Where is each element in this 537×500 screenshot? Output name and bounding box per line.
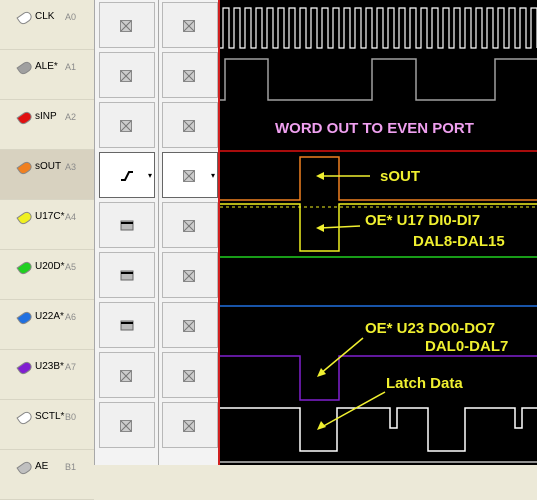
- channel-id: A4: [65, 212, 77, 222]
- channel-id: A0: [65, 12, 77, 22]
- arrow-oe17: [319, 225, 361, 229]
- pin-icon: [16, 209, 34, 227]
- signal-row-3[interactable]: sOUT A3: [0, 150, 94, 200]
- col1-trigger-0[interactable]: [99, 2, 155, 48]
- latch-annotation: Latch Data: [386, 375, 463, 392]
- pin-icon: [16, 159, 34, 177]
- dont-care-icon: [183, 419, 195, 432]
- signal-name: U22A*: [35, 311, 64, 322]
- sout-annotation: sOUT: [380, 168, 420, 185]
- signal-row-0[interactable]: CLK A0: [0, 0, 94, 50]
- signal-row-4[interactable]: U17C* A4: [0, 200, 94, 250]
- pin-icon: [16, 309, 34, 327]
- signal-name: ALE*: [35, 61, 58, 72]
- channel-id: A6: [65, 312, 77, 322]
- signal-row-6[interactable]: U22A* A6: [0, 300, 94, 350]
- dont-care-icon: [120, 69, 132, 82]
- dont-care-icon: [183, 319, 195, 332]
- clk-trace: [220, 7, 537, 49]
- dropdown-arrow-icon[interactable]: ▾: [211, 171, 215, 180]
- waveform-canvas: WORD OUT TO EVEN PORT sOUT OE* U17 DI0-D…: [220, 7, 537, 463]
- channel-id: A3: [65, 162, 77, 172]
- channel-id: A5: [65, 262, 77, 272]
- dont-care-icon: [120, 419, 132, 432]
- signal-name: CLK: [35, 11, 55, 22]
- dont-care-icon: [183, 69, 195, 82]
- oe17-line2: DAL8-DAL15: [413, 233, 505, 250]
- dont-care-icon: [183, 369, 195, 382]
- title-annotation: WORD OUT TO EVEN PORT: [275, 120, 474, 137]
- dont-care-icon: [120, 369, 132, 382]
- channel-id: A1: [65, 62, 77, 72]
- low-level-icon: [120, 319, 134, 331]
- col1-trigger-7[interactable]: [99, 352, 155, 398]
- col1-trigger-1[interactable]: [99, 52, 155, 98]
- dont-care-icon: [120, 19, 132, 32]
- pin-icon: [16, 259, 34, 277]
- low-level-icon: [120, 269, 134, 281]
- dropdown-arrow-icon[interactable]: ▾: [148, 171, 152, 180]
- signal-name: sOUT: [35, 161, 62, 172]
- col2-trigger-8[interactable]: [162, 402, 218, 448]
- pin-icon: [16, 9, 34, 27]
- col2-trigger-1[interactable]: [162, 52, 218, 98]
- signal-row-8[interactable]: SCTL* B0: [0, 400, 94, 450]
- oe23-line1: OE* U23 DO0-DO7: [365, 320, 495, 337]
- pin-icon: [16, 459, 34, 477]
- pin-icon: [16, 109, 34, 127]
- ale-trace: [220, 58, 537, 101]
- signal-row-7[interactable]: U23B* A7: [0, 350, 94, 400]
- col1-trigger-6[interactable]: [99, 302, 155, 348]
- col2-trigger-5[interactable]: [162, 252, 218, 298]
- col1-trigger-3[interactable]: ▾: [99, 152, 155, 198]
- arrow-latch: [319, 391, 386, 429]
- trigger-column-1: ▾: [94, 0, 159, 465]
- signal-row-9[interactable]: AE B1: [0, 450, 94, 500]
- channel-id: A7: [65, 362, 77, 372]
- sout-trace: [220, 156, 537, 201]
- signal-name: U17C*: [35, 211, 65, 222]
- signal-name: U20D*: [35, 261, 65, 272]
- dont-care-icon: [183, 169, 195, 182]
- signal-row-1[interactable]: ALE* A1: [0, 50, 94, 100]
- u23b-trace: [220, 355, 537, 401]
- sctl-trace: [220, 407, 537, 452]
- dont-care-icon: [183, 19, 195, 32]
- signal-name: AE: [35, 461, 49, 472]
- channel-id: B1: [65, 462, 77, 472]
- oe17-line1: OE* U17 DI0-DI7: [365, 212, 480, 229]
- col2-trigger-2[interactable]: [162, 102, 218, 148]
- col2-trigger-0[interactable]: [162, 2, 218, 48]
- dont-care-icon: [183, 119, 195, 132]
- low-level-icon: [120, 219, 134, 231]
- pin-icon: [16, 409, 34, 427]
- col1-trigger-8[interactable]: [99, 402, 155, 448]
- col1-trigger-5[interactable]: [99, 252, 155, 298]
- signal-name: SCTL*: [35, 411, 65, 422]
- signal-name: U23B*: [35, 361, 64, 372]
- channel-id: A2: [65, 112, 77, 122]
- signal-names-panel: CLK A0 ALE* A1 sINP A2 sOUT A3 U17C* A4 U20D* A5 U22…: [0, 0, 94, 500]
- col2-trigger-3[interactable]: ▾: [162, 152, 218, 198]
- channel-id: B0: [65, 412, 77, 422]
- col2-trigger-6[interactable]: [162, 302, 218, 348]
- rising-edge-icon: [120, 169, 133, 181]
- col2-trigger-4[interactable]: [162, 202, 218, 248]
- dont-care-icon: [183, 269, 195, 282]
- signal-name: sINP: [35, 111, 57, 122]
- col2-trigger-7[interactable]: [162, 352, 218, 398]
- col1-trigger-4[interactable]: [99, 202, 155, 248]
- pin-icon: [16, 59, 34, 77]
- oe23-line2: DAL0-DAL7: [425, 338, 508, 355]
- signal-row-2[interactable]: sINP A2: [0, 100, 94, 150]
- pin-icon: [16, 359, 34, 377]
- trigger-column-2: ▾: [158, 0, 221, 465]
- dont-care-icon: [183, 219, 195, 232]
- dont-care-icon: [120, 119, 132, 132]
- col1-trigger-2[interactable]: [99, 102, 155, 148]
- signal-row-5[interactable]: U20D* A5: [0, 250, 94, 300]
- waveform-display[interactable]: WORD OUT TO EVEN PORT sOUT OE* U17 DI0-D…: [220, 0, 537, 465]
